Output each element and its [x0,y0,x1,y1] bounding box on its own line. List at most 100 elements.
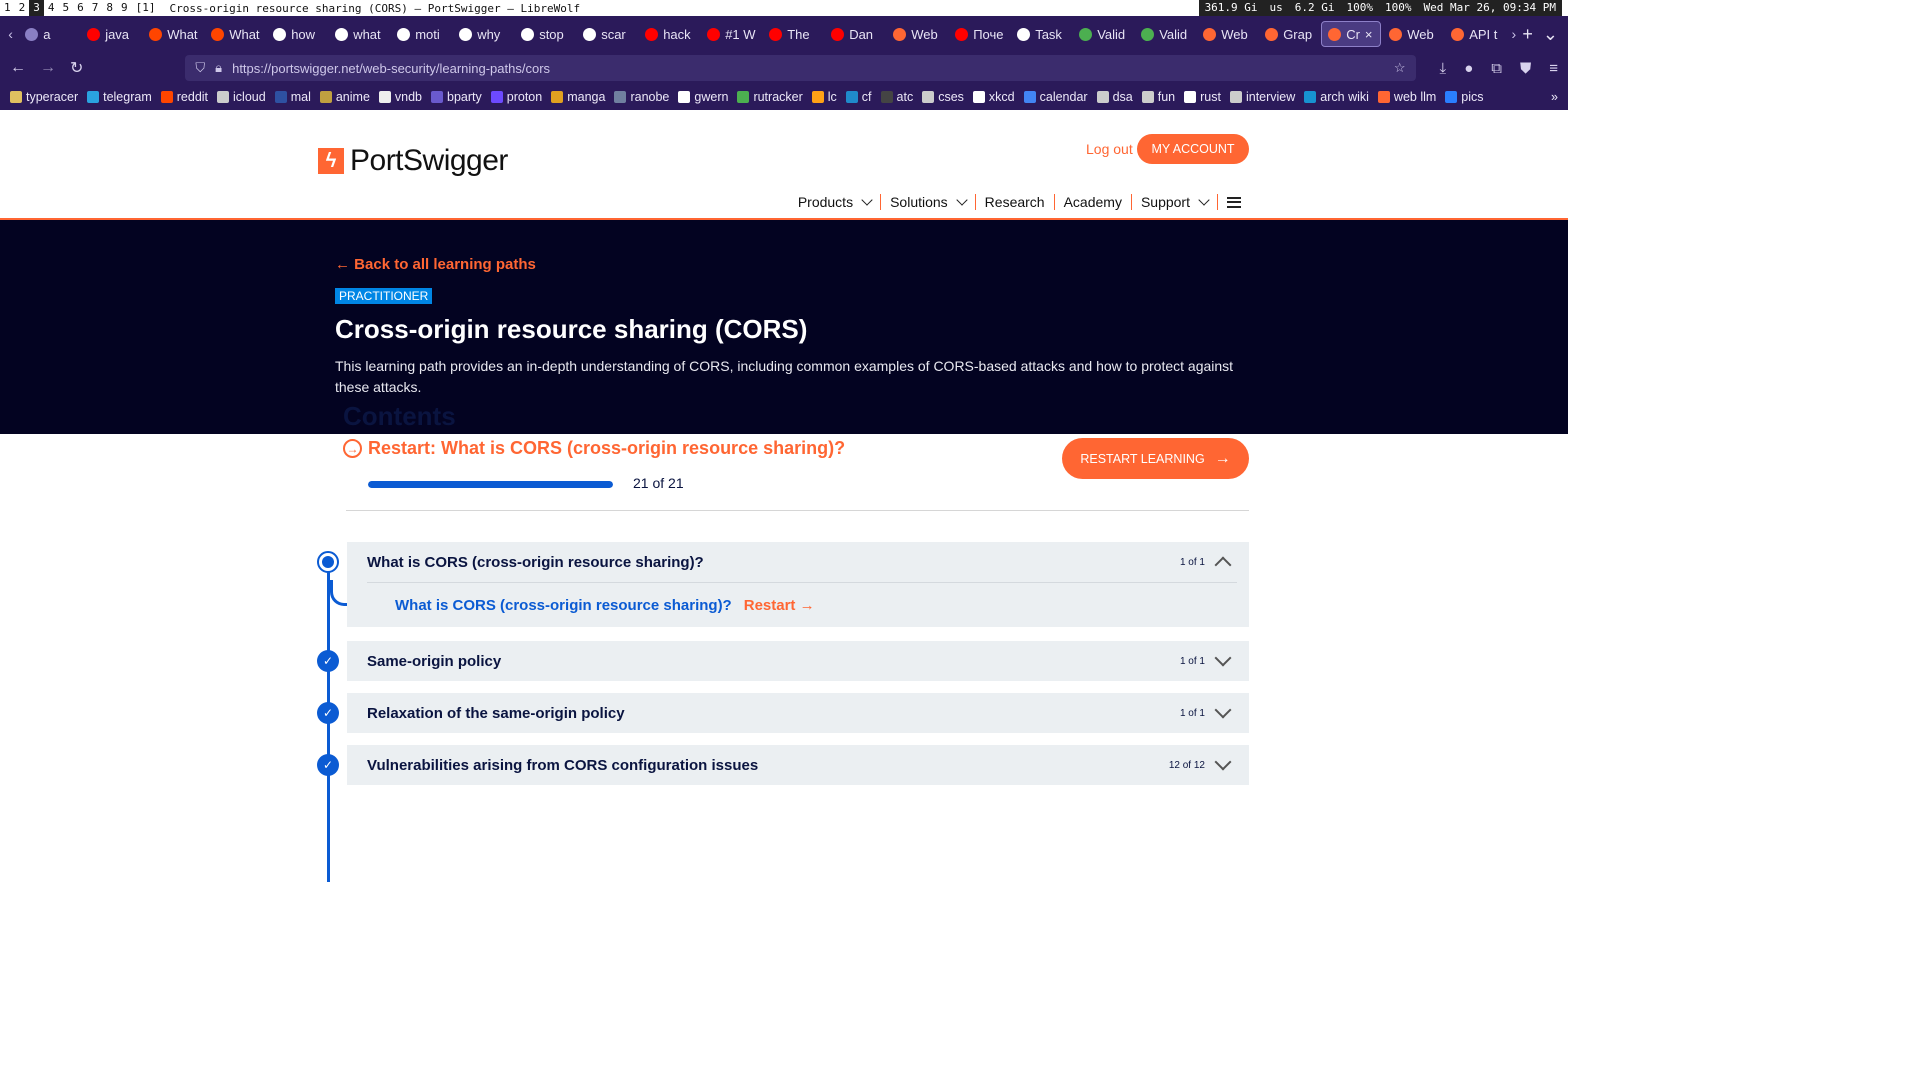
bookmark-item[interactable]: dsa [1096,90,1133,104]
workspace-2[interactable]: 2 [15,0,30,16]
bookmark-item[interactable]: vndb [378,90,422,104]
close-tab-icon[interactable]: × [1365,27,1373,42]
browser-tab[interactable]: Cr × [1321,21,1382,47]
forward-icon[interactable]: → [40,59,56,77]
nav-support[interactable]: Support [1132,194,1218,210]
browser-tab[interactable]: Valid [1135,21,1195,47]
browser-tab[interactable]: what [329,21,389,47]
bookmark-item[interactable]: anime [319,90,370,104]
browser-tab[interactable]: hack [639,21,699,47]
extension-s-icon[interactable]: ● [1464,60,1473,77]
bookmark-item[interactable]: ranobe [614,90,669,104]
bookmark-item[interactable]: cses [922,90,964,104]
bookmarks-overflow-icon[interactable]: » [1551,90,1558,104]
url-text[interactable]: https://portswigger.net/web-security/lea… [232,61,1384,76]
url-bar[interactable]: ⛉ 🔒︎ https://portswigger.net/web-securit… [185,55,1416,81]
chevron-up-icon[interactable] [1214,556,1232,574]
browser-tab[interactable]: Поче [949,21,1009,47]
bookmark-item[interactable]: interview [1229,90,1295,104]
back-icon[interactable]: ← [10,59,26,77]
bookmark-item[interactable]: web llm [1377,90,1436,104]
browser-tab[interactable]: Grap [1259,21,1319,47]
bookmark-item[interactable]: typeracer [10,90,78,104]
logout-link[interactable]: Log out [1086,141,1133,157]
browser-tab[interactable]: Web [1383,21,1443,47]
bookmark-item[interactable]: fun [1141,90,1175,104]
portswigger-logo[interactable]: ϟ PortSwigger [318,144,508,178]
browser-tab[interactable]: The [763,21,823,47]
browser-tab[interactable]: #1 W [701,21,761,47]
nav-solutions[interactable]: Solutions [881,194,976,210]
menu-icon[interactable]: ≡ [1549,60,1558,77]
browser-tab[interactable]: why [453,21,513,47]
workspace-8[interactable]: 8 [102,0,117,16]
browser-tab[interactable]: scar [577,21,637,47]
chevron-down-icon[interactable] [1214,701,1232,719]
tab-scroll-left-icon[interactable]: ‹ [4,26,17,42]
bookmark-item[interactable]: calendar [1023,90,1088,104]
workspace-3[interactable]: 3 [29,0,44,16]
workspace-1[interactable]: 1 [0,0,15,16]
bookmark-item[interactable]: rutracker [737,90,803,104]
new-tab-icon[interactable]: + [1522,24,1533,45]
browser-tab[interactable]: a [19,21,79,47]
bookmark-item[interactable]: telegram [87,90,152,104]
bookmark-item[interactable]: xkcd [972,90,1015,104]
back-to-learning-paths-link[interactable]: ← Back to all learning paths [335,256,536,273]
workspace-4[interactable]: 4 [44,0,59,16]
browser-tab[interactable]: java [81,21,141,47]
shield-icon[interactable]: ⛉ [195,60,205,76]
browser-tab[interactable]: Task [1011,21,1071,47]
lock-icon[interactable]: 🔒︎ [215,60,222,76]
bookmark-item[interactable]: pics [1445,90,1484,104]
bookmark-item[interactable]: atc [880,90,913,104]
workspace-9[interactable]: 9 [117,0,132,16]
bookmark-item[interactable]: arch wiki [1304,90,1369,104]
tab-list-dropdown-icon[interactable]: ⌄ [1543,24,1558,45]
workspace-6[interactable]: 6 [73,0,88,16]
bookmark-item[interactable]: cf [845,90,872,104]
bookmark-item[interactable]: icloud [217,90,266,104]
browser-tab[interactable]: What [205,21,265,47]
section-header[interactable]: What is CORS (cross-origin resource shar… [347,542,1249,582]
browser-tab[interactable]: moti [391,21,451,47]
browser-tab[interactable]: Web [1197,21,1257,47]
browser-tab[interactable]: API t [1445,21,1505,47]
section-header[interactable]: Same-origin policy 1 of 1 [347,641,1249,681]
bookmark-item[interactable]: reddit [160,90,208,104]
restart-learning-button[interactable]: RESTART LEARNING → [1062,438,1249,479]
bookmark-item[interactable]: manga [551,90,605,104]
bookmark-star-icon[interactable]: ☆ [1394,60,1406,76]
ublock-icon[interactable]: ⛊ [1520,60,1531,77]
bookmark-item[interactable]: gwern [678,90,728,104]
workspace-5[interactable]: 5 [59,0,74,16]
my-account-button[interactable]: MY ACCOUNT [1137,134,1249,164]
topic-link[interactable]: What is CORS (cross-origin resource shar… [395,597,732,614]
browser-tab[interactable]: Dan [825,21,885,47]
nav-products[interactable]: Products [789,194,882,210]
tab-scroll-right-icon[interactable]: › [1507,26,1520,42]
browser-tab[interactable]: What [143,21,203,47]
section-header[interactable]: Relaxation of the same-origin policy 1 o… [347,693,1249,733]
extensions-icon[interactable]: ⧉ [1491,60,1502,77]
download-icon[interactable]: ⤓ [1440,60,1447,77]
restart-topic-link[interactable]: → Restart: What is CORS (cross-origin re… [343,438,845,459]
bookmark-item[interactable]: rust [1184,90,1221,104]
nav-research[interactable]: Research [976,194,1055,210]
topic-restart-link[interactable]: Restart → [744,597,815,614]
chevron-down-icon[interactable] [1214,649,1232,667]
section-header[interactable]: Vulnerabilities arising from CORS config… [347,745,1249,785]
bookmark-item[interactable]: proton [490,90,542,104]
browser-tab[interactable]: stop [515,21,575,47]
reload-icon[interactable]: ↻ [70,58,83,78]
browser-tab[interactable]: Valid [1073,21,1133,47]
browser-tab[interactable]: Web [887,21,947,47]
bookmark-item[interactable]: mal [274,90,311,104]
browser-tab[interactable]: how [267,21,327,47]
bookmark-item[interactable]: bparty [431,90,482,104]
bookmark-item[interactable]: lc [811,90,837,104]
nav-academy[interactable]: Academy [1055,194,1132,210]
nav-menu[interactable] [1218,196,1250,208]
workspace-7[interactable]: 7 [88,0,103,16]
chevron-down-icon[interactable] [1214,753,1232,771]
